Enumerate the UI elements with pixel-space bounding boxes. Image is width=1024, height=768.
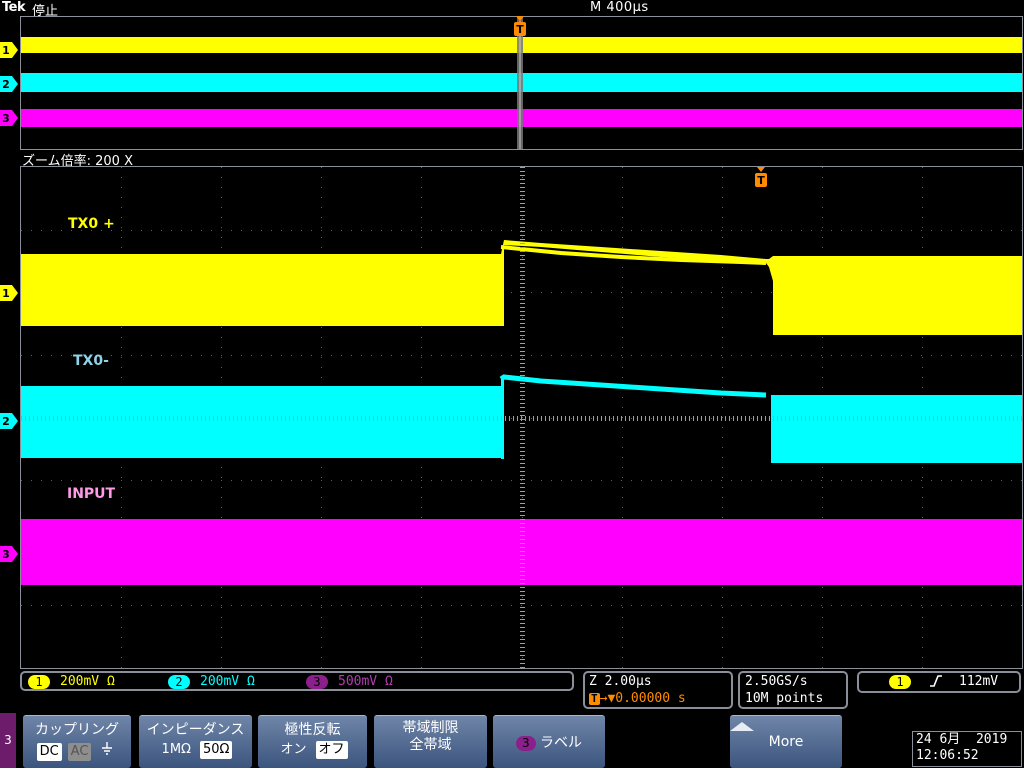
invert-on-option[interactable]: オン — [277, 741, 309, 759]
overview-ch3-marker[interactable]: 3 — [0, 110, 18, 126]
invert-title: 極性反転 — [284, 722, 341, 738]
label-button[interactable]: 3 ラベル — [493, 715, 605, 768]
trigger-source-chip: 1 — [889, 675, 911, 689]
waveform-label-tx0-plus[interactable]: TX0 + — [68, 216, 115, 232]
overview-trigger-letter: T — [516, 23, 524, 36]
time: 12:06:52 — [916, 748, 979, 763]
ch1-scale: 200mV — [60, 674, 100, 689]
ch3-scale: 500mV — [338, 674, 378, 689]
overview-trigger-marker[interactable]: T — [513, 16, 527, 38]
svg-text:1: 1 — [2, 44, 10, 57]
impedance-button[interactable]: インピーダンス 1MΩ 50Ω — [139, 715, 252, 768]
trigger-offset: 0.00000 s — [615, 691, 686, 706]
coupling-ac-option[interactable]: AC — [67, 743, 92, 761]
ground-icon[interactable] — [97, 741, 117, 755]
record-length: 10M points — [745, 691, 824, 706]
menu-channel-tab[interactable]: 3 — [0, 713, 16, 768]
sample-rate: 2.50GS/s — [745, 674, 808, 689]
zoom-waveform-window[interactable] — [20, 166, 1023, 669]
acquisition-readout[interactable]: 2.50GS/s 10M points — [738, 671, 848, 709]
trigger-level: 112mV — [959, 674, 999, 689]
zoom-ch2-marker[interactable]: 2 — [0, 413, 18, 429]
waveform-label-input[interactable]: INPUT — [67, 486, 115, 502]
zoom-trigger-letter: T — [757, 174, 765, 187]
ch2-scale: 200mV — [200, 674, 240, 689]
trigger-readout[interactable]: 1 112mV — [857, 671, 1021, 693]
zoom-ch1-marker[interactable]: 1 — [0, 285, 18, 301]
overview-ch2-marker[interactable]: 2 — [0, 76, 18, 92]
zoom-trigger-marker[interactable]: T — [754, 167, 768, 189]
waveform-label-tx0-minus[interactable]: TX0- — [73, 353, 109, 369]
impedance-title: インピーダンス — [146, 722, 245, 738]
rising-edge-icon — [929, 673, 943, 689]
invert-off-option[interactable]: オフ — [315, 741, 348, 759]
ch1-readout[interactable]: 1 200mV Ω — [28, 674, 115, 689]
ch2-impedance: Ω — [246, 674, 255, 689]
more-title: More — [768, 734, 804, 750]
brand-logo: Tek — [2, 0, 26, 15]
zoom-ch3-marker[interactable]: 3 — [0, 546, 18, 562]
invert-button[interactable]: 極性反転 オン オフ — [258, 715, 367, 768]
svg-text:3: 3 — [2, 548, 10, 561]
ch2-readout[interactable]: 2 200mV Ω — [168, 674, 255, 689]
zoom-scale: Z 2.00µs — [589, 674, 652, 689]
bandwidth-value: 全帯域 — [409, 737, 452, 753]
coupling-dc-option[interactable]: DC — [36, 743, 62, 761]
ch3-impedance: Ω — [384, 674, 393, 689]
datetime-display: 24 6月 2019 12:06:52 — [912, 731, 1022, 767]
ch3-chip: 3 — [306, 674, 328, 689]
coupling-title: カップリング — [35, 722, 119, 738]
more-button[interactable]: More — [730, 715, 842, 768]
svg-text:2: 2 — [2, 78, 10, 91]
ch1-chip: 1 — [28, 674, 50, 689]
overview-ch1-marker[interactable]: 1 — [0, 42, 18, 58]
ch2-chip: 2 — [168, 674, 190, 689]
up-arrow-icon — [730, 722, 842, 732]
label-title: ラベル — [540, 735, 583, 751]
impedance-50ohm-option[interactable]: 50Ω — [199, 741, 233, 759]
impedance-1mohm-option[interactable]: 1MΩ — [159, 741, 194, 759]
coupling-button[interactable]: カップリング DC AC — [23, 715, 131, 768]
svg-text:3: 3 — [2, 112, 10, 125]
label-channel-chip: 3 — [515, 736, 536, 751]
ch1-impedance: Ω — [106, 674, 115, 689]
bandwidth-title: 帯域制限 — [402, 720, 459, 736]
ch3-readout[interactable]: 3 500mV Ω — [306, 674, 393, 689]
timebase-readout[interactable]: M 400µs — [590, 0, 649, 15]
date: 24 6月 2019 — [916, 732, 1008, 747]
svg-text:1: 1 — [2, 287, 10, 300]
zoom-horizontal-readout[interactable]: Z 2.00µs T →▼0.00000 s — [583, 671, 733, 709]
bandwidth-button[interactable]: 帯域制限 全帯域 — [374, 715, 487, 768]
svg-text:2: 2 — [2, 415, 10, 428]
trigger-position-icon: T — [589, 692, 600, 705]
channel-readout-bar[interactable]: 1 200mV Ω 2 200mV Ω 3 500mV Ω — [20, 671, 574, 691]
